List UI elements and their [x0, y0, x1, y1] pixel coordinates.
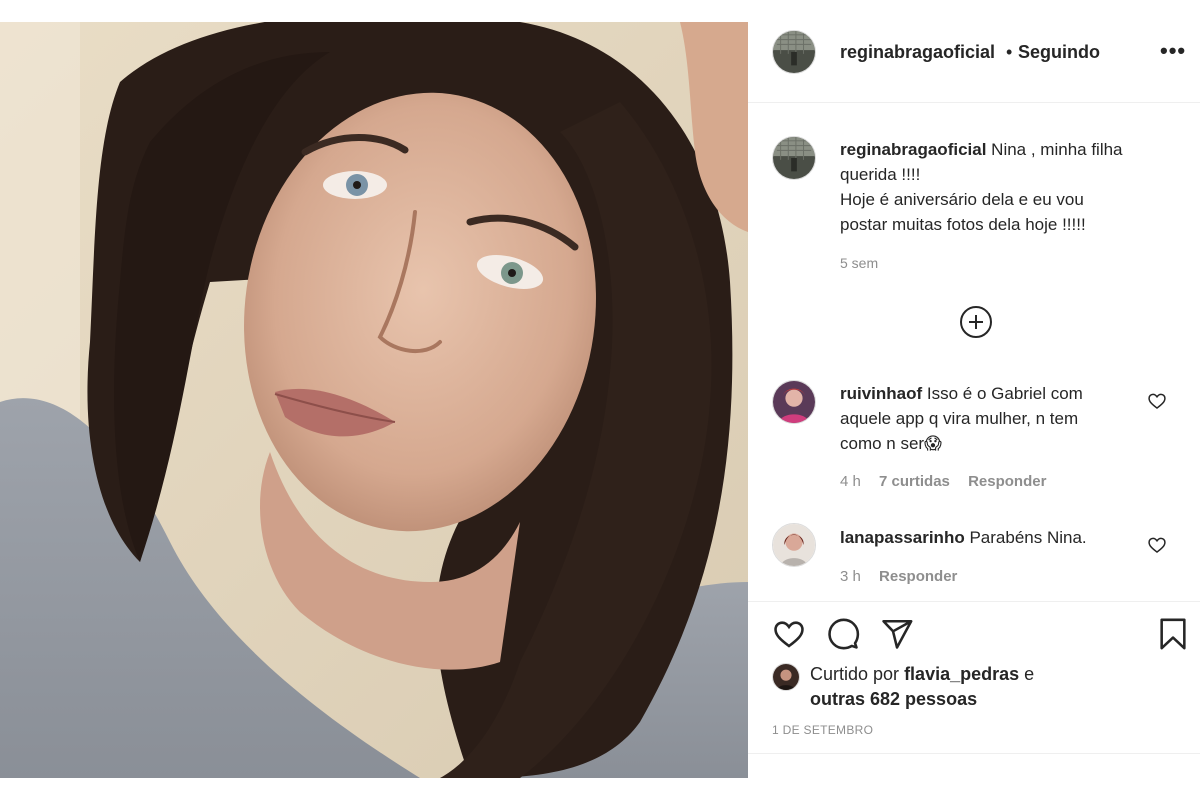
comment-username[interactable]: lanapassarinho [840, 528, 965, 547]
comment-like-heart-icon[interactable] [1147, 535, 1167, 555]
plus-circle-icon[interactable] [960, 306, 992, 338]
likes-summary: Curtido por flavia_pedras e outras 682 p… [810, 662, 1034, 712]
comment-time[interactable]: 4 h [840, 473, 861, 490]
comment-meta: 3 h Responder [840, 568, 971, 585]
commenter-avatar[interactable] [772, 523, 816, 567]
separator-dot: • [1006, 42, 1013, 62]
caption-line-2: querida !!!! [840, 165, 921, 184]
post-sidebar: reginabragaoficial • Seguindo ••• regina… [748, 0, 1200, 800]
comment-text: ruivinhaof Isso é o Gabriel com aquele a… [840, 381, 1145, 456]
caption-text: reginabragaoficial Nina , minha filha qu… [840, 137, 1170, 237]
like-heart-icon[interactable] [772, 617, 806, 651]
caption-line-4: postar muitas fotos dela hoje !!!!! [840, 215, 1086, 234]
post-photo[interactable] [0, 22, 748, 778]
likes-conjunction: e [1024, 664, 1035, 684]
caption-line-3: Hoje é aniversário dela e eu vou [840, 190, 1084, 209]
caption-avatar[interactable] [772, 136, 816, 180]
likes-others-link[interactable]: outras 682 pessoas [810, 689, 977, 709]
comment-text: lanapassarinho Parabéns Nina. [840, 525, 1145, 550]
comment-time[interactable]: 3 h [840, 568, 861, 585]
comment-box-divider [748, 753, 1200, 754]
reply-button[interactable]: Responder [968, 473, 1046, 490]
comment-like-heart-icon[interactable] [1147, 391, 1167, 411]
author-avatar[interactable] [772, 30, 816, 74]
caption-username[interactable]: reginabragaoficial [840, 140, 986, 159]
bookmark-icon[interactable] [1156, 616, 1190, 652]
reply-button[interactable]: Responder [879, 568, 957, 585]
caption-time[interactable]: 5 sem [840, 255, 878, 271]
comment-username[interactable]: ruivinhaof [840, 384, 922, 403]
actions-divider [748, 601, 1200, 602]
comment-line-3: como n ser😱 [840, 434, 942, 453]
comment-line-1: Parabéns Nina. [969, 528, 1087, 547]
liker-avatar[interactable] [772, 663, 800, 691]
caption-line-1: Nina , minha filha [991, 140, 1123, 159]
following-button[interactable]: Seguindo [1018, 42, 1100, 63]
likes-prefix: Curtido por [810, 664, 900, 684]
post-header: reginabragaoficial • Seguindo ••• [748, 0, 1200, 103]
comment-bubble-icon[interactable] [826, 617, 860, 651]
share-send-icon[interactable] [880, 617, 914, 651]
commenter-avatar[interactable] [772, 380, 816, 424]
comment-meta: 4 h 7 curtidas Responder [840, 473, 1060, 490]
liker-username[interactable]: flavia_pedras [904, 664, 1019, 684]
author-username[interactable]: reginabragaoficial [840, 42, 995, 63]
more-icon[interactable]: ••• [1160, 38, 1186, 64]
post-photo-image [0, 22, 748, 778]
comment-line-1: Isso é o Gabriel com [926, 384, 1083, 403]
post-date[interactable]: 1 DE SETEMBRO [772, 723, 873, 737]
comment-likes-count[interactable]: 7 curtidas [879, 473, 950, 490]
comment-line-2: aquele app q vira mulher, n tem [840, 409, 1079, 428]
